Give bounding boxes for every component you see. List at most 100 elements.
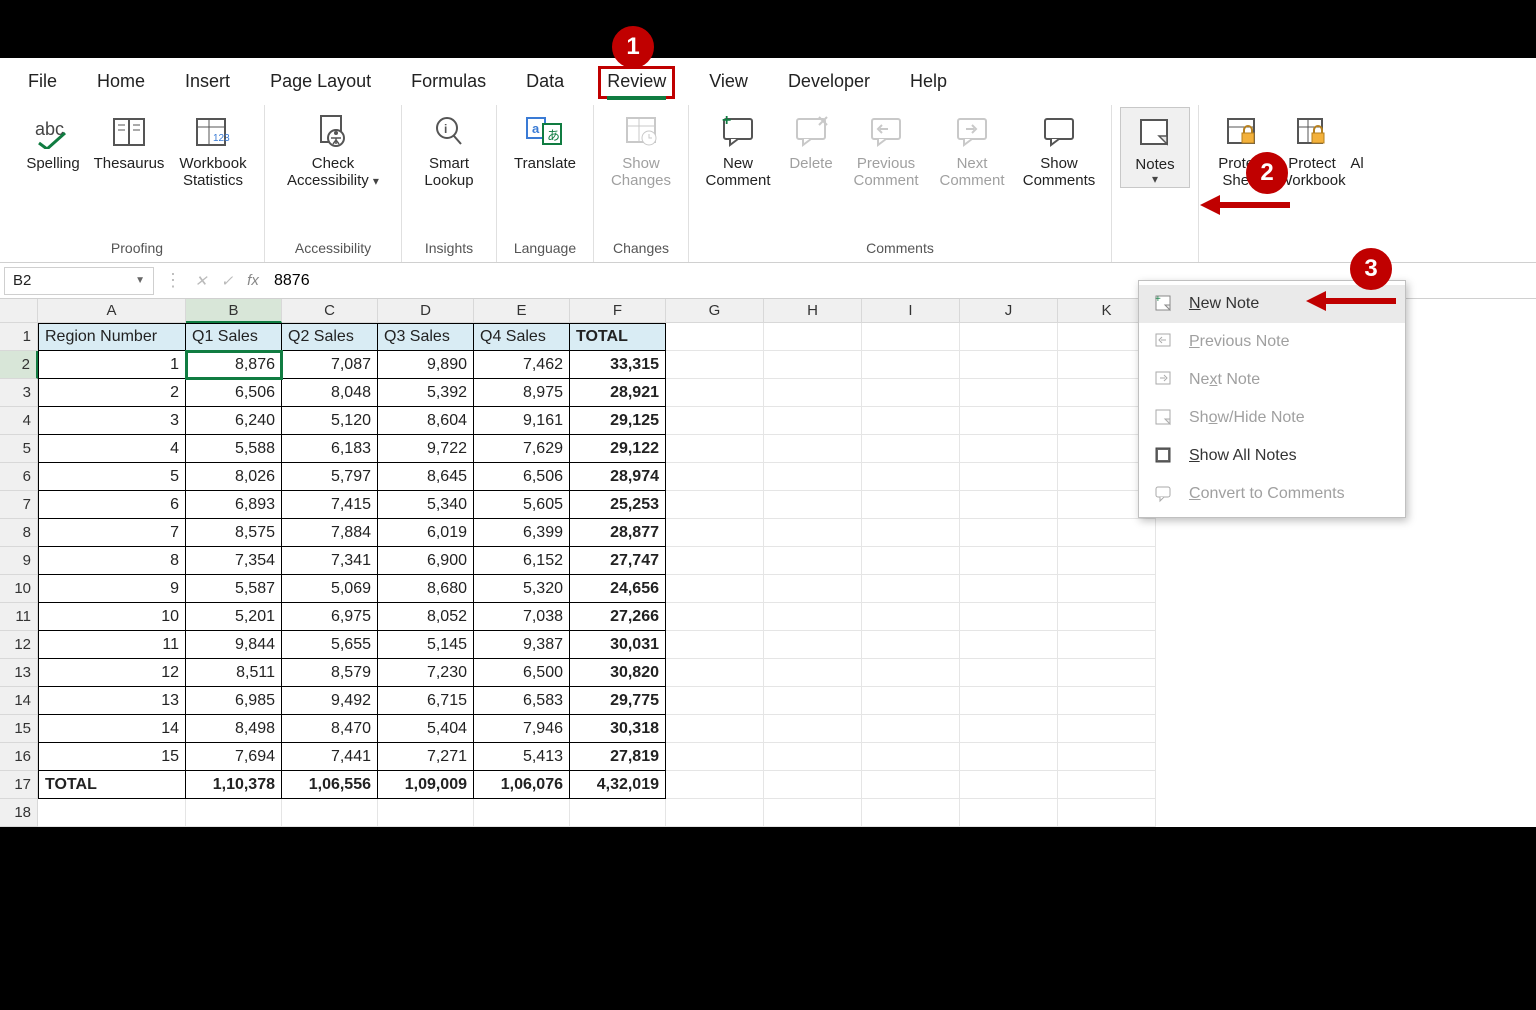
cell[interactable]: 30,031 <box>570 631 666 659</box>
row-header[interactable]: 2 <box>0 351 38 379</box>
cell[interactable] <box>764 799 862 827</box>
cell[interactable] <box>862 575 960 603</box>
cell[interactable] <box>378 799 474 827</box>
cell[interactable]: 5,605 <box>474 491 570 519</box>
cell[interactable]: 12 <box>38 659 186 687</box>
cell[interactable]: 7,694 <box>186 743 282 771</box>
column-header[interactable]: J <box>960 299 1058 323</box>
row-header[interactable]: 10 <box>0 575 38 603</box>
cell[interactable]: 6,019 <box>378 519 474 547</box>
cell[interactable]: 29,125 <box>570 407 666 435</box>
cell[interactable]: 7,341 <box>282 547 378 575</box>
cell[interactable] <box>960 771 1058 799</box>
cell[interactable] <box>960 659 1058 687</box>
cell[interactable] <box>666 379 764 407</box>
workbook-stats-button[interactable]: 123 Workbook Statistics <box>170 107 256 190</box>
cell[interactable] <box>474 799 570 827</box>
cell[interactable] <box>960 575 1058 603</box>
tab-review[interactable]: Review <box>598 66 675 99</box>
tab-page-layout[interactable]: Page Layout <box>264 67 377 98</box>
cell[interactable]: TOTAL <box>38 771 186 799</box>
allow-edit-button[interactable]: Al <box>1347 107 1367 172</box>
cell[interactable] <box>862 799 960 827</box>
cell[interactable]: 9,387 <box>474 631 570 659</box>
cell[interactable]: 1 <box>38 351 186 379</box>
tab-home[interactable]: Home <box>91 67 151 98</box>
cell[interactable]: 8,876 <box>186 351 282 379</box>
cell[interactable] <box>862 435 960 463</box>
tab-developer[interactable]: Developer <box>782 67 876 98</box>
row-header[interactable]: 7 <box>0 491 38 519</box>
cell[interactable]: 11 <box>38 631 186 659</box>
cell[interactable]: 14 <box>38 715 186 743</box>
cell[interactable] <box>764 575 862 603</box>
cell[interactable]: 13 <box>38 687 186 715</box>
notes-menu-show-all-notes[interactable]: Show All Notes <box>1139 437 1405 475</box>
cell[interactable] <box>862 407 960 435</box>
cell[interactable] <box>862 463 960 491</box>
translate-button[interactable]: aあ Translate <box>505 107 585 172</box>
cell[interactable] <box>666 631 764 659</box>
cell[interactable]: 7,884 <box>282 519 378 547</box>
cell[interactable] <box>282 799 378 827</box>
cell[interactable]: 1,06,076 <box>474 771 570 799</box>
cell[interactable]: 4 <box>38 435 186 463</box>
smart-lookup-button[interactable]: i Smart Lookup <box>410 107 488 190</box>
cell[interactable] <box>1058 603 1156 631</box>
tab-formulas[interactable]: Formulas <box>405 67 492 98</box>
cell[interactable]: 30,318 <box>570 715 666 743</box>
cell[interactable]: 7,087 <box>282 351 378 379</box>
row-header[interactable]: 11 <box>0 603 38 631</box>
cell[interactable] <box>862 379 960 407</box>
show-comments-button[interactable]: Show Comments <box>1015 107 1103 190</box>
cell[interactable]: 6,900 <box>378 547 474 575</box>
cell[interactable]: Q3 Sales <box>378 323 474 351</box>
cell[interactable]: 6,183 <box>282 435 378 463</box>
cell[interactable] <box>862 743 960 771</box>
cell[interactable] <box>960 323 1058 351</box>
cell[interactable] <box>960 435 1058 463</box>
cell[interactable]: 6,975 <box>282 603 378 631</box>
cell[interactable] <box>862 631 960 659</box>
column-header[interactable]: H <box>764 299 862 323</box>
cell[interactable] <box>1058 799 1156 827</box>
cell[interactable] <box>1058 631 1156 659</box>
cell[interactable] <box>1058 519 1156 547</box>
row-header[interactable]: 14 <box>0 687 38 715</box>
cell[interactable]: 7 <box>38 519 186 547</box>
cell[interactable] <box>862 491 960 519</box>
column-header[interactable]: I <box>862 299 960 323</box>
row-header[interactable]: 12 <box>0 631 38 659</box>
cell[interactable] <box>862 547 960 575</box>
cell[interactable] <box>960 407 1058 435</box>
new-comment-button[interactable]: + New Comment <box>697 107 779 190</box>
cell[interactable] <box>960 743 1058 771</box>
cell[interactable] <box>862 323 960 351</box>
cell[interactable]: 6,506 <box>474 463 570 491</box>
name-box[interactable]: B2 ▼ <box>4 267 154 295</box>
cell[interactable] <box>960 603 1058 631</box>
cell[interactable] <box>666 743 764 771</box>
cell[interactable]: 8,680 <box>378 575 474 603</box>
cell[interactable]: 5,120 <box>282 407 378 435</box>
cell[interactable]: Q1 Sales <box>186 323 282 351</box>
cell[interactable]: 9,890 <box>378 351 474 379</box>
cell[interactable]: 7,629 <box>474 435 570 463</box>
cell[interactable] <box>764 407 862 435</box>
row-header[interactable]: 18 <box>0 799 38 827</box>
cell[interactable]: 6,399 <box>474 519 570 547</box>
cell[interactable]: 8,645 <box>378 463 474 491</box>
cell[interactable] <box>764 463 862 491</box>
cell[interactable]: 7,462 <box>474 351 570 379</box>
cell[interactable] <box>666 323 764 351</box>
cell[interactable]: 1,06,556 <box>282 771 378 799</box>
cell[interactable]: 8,511 <box>186 659 282 687</box>
cell[interactable]: 5,413 <box>474 743 570 771</box>
cell[interactable]: Q4 Sales <box>474 323 570 351</box>
cell[interactable] <box>666 771 764 799</box>
cell[interactable]: 2 <box>38 379 186 407</box>
column-header[interactable]: E <box>474 299 570 323</box>
cell[interactable] <box>960 379 1058 407</box>
cell[interactable]: 9,492 <box>282 687 378 715</box>
cell[interactable] <box>960 463 1058 491</box>
